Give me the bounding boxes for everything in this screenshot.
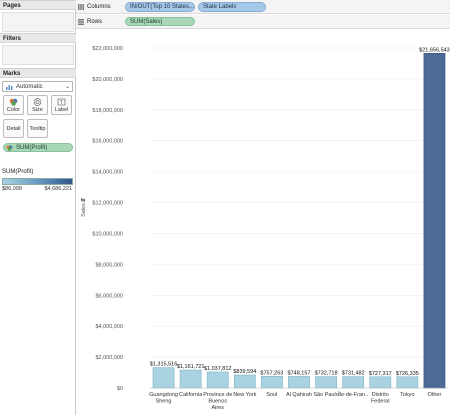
y-tick-label: $20,000,000 bbox=[92, 77, 123, 83]
bar[interactable] bbox=[179, 369, 202, 389]
x-category-label: Guangdong bbox=[149, 392, 178, 398]
y-tick-label: $0 bbox=[117, 386, 123, 392]
color-palette-icon bbox=[9, 98, 18, 106]
columns-shelf[interactable]: Columns IN/OUT(Top 10 States... State La… bbox=[76, 0, 450, 14]
bar[interactable] bbox=[396, 376, 419, 389]
x-category-label: Tokyo bbox=[400, 392, 414, 398]
chevron-down-icon: ⌄ bbox=[64, 84, 70, 90]
color-palette-icon bbox=[6, 145, 13, 151]
x-category-label: Sheng bbox=[156, 399, 172, 405]
bar[interactable] bbox=[206, 371, 229, 389]
filters-drop-zone[interactable] bbox=[2, 45, 74, 65]
pages-drop-zone[interactable] bbox=[2, 12, 74, 32]
bar[interactable] bbox=[369, 376, 392, 389]
color-button-label: Color bbox=[6, 107, 21, 113]
bar-chart-icon bbox=[6, 85, 13, 90]
x-category-label: Aires bbox=[211, 405, 224, 411]
x-category-label: New York bbox=[233, 392, 256, 398]
columns-shelf-label: Columns bbox=[87, 4, 111, 10]
legend-max-value: $4,686,221 bbox=[44, 186, 72, 192]
bar-value-label: $726,335 bbox=[396, 371, 419, 377]
rows-shelf[interactable]: Rows SUM(Sales) bbox=[76, 15, 450, 29]
y-tick-label: $12,000,000 bbox=[92, 201, 123, 207]
size-icon bbox=[33, 98, 42, 106]
bar-value-label: $731,482 bbox=[342, 371, 365, 377]
bar-value-label: $757,263 bbox=[260, 370, 283, 376]
bar-chart-svg: $0 $2,000,000 $4,000,000 $6,000,000 $8,000,0… bbox=[80, 46, 450, 411]
bar-value-label: $839,594 bbox=[233, 369, 256, 375]
tooltip-button-label: Tooltip bbox=[29, 126, 46, 132]
y-tick-label: $6,000,000 bbox=[95, 293, 123, 299]
y-tick-label: $2,000,000 bbox=[95, 355, 123, 361]
inout-set-pill[interactable]: IN/OUT(Top 10 States... bbox=[125, 2, 195, 12]
color-field-pill[interactable]: SUM(Profit) bbox=[3, 143, 73, 152]
size-button[interactable]: Size bbox=[27, 95, 48, 115]
y-tick-label: $18,000,000 bbox=[92, 108, 123, 114]
y-tick-label: $10,000,000 bbox=[92, 231, 123, 237]
svg-text:T: T bbox=[60, 100, 63, 106]
marks-card-title: Marks bbox=[0, 68, 76, 78]
x-category-label: São Paulo bbox=[313, 392, 338, 398]
tooltip-button[interactable]: Tooltip bbox=[27, 119, 48, 138]
bar[interactable] bbox=[152, 367, 175, 389]
color-field-label: SUM(Profit) bbox=[16, 145, 48, 151]
inout-set-pill-label: IN/OUT(Top 10 States... bbox=[130, 4, 195, 10]
y-tick-label: $8,000,000 bbox=[95, 262, 123, 268]
columns-icon bbox=[78, 4, 84, 10]
y-axis-title: Sales bbox=[81, 203, 87, 217]
legend-min-value: $86,098 bbox=[2, 186, 22, 192]
rows-shelf-label: Rows bbox=[87, 19, 103, 25]
state-labels-pill[interactable]: State Labels bbox=[198, 2, 266, 12]
sum-sales-pill-label: SUM(Sales) bbox=[130, 19, 163, 25]
y-tick-label: $4,000,000 bbox=[95, 324, 123, 330]
x-category-label: Other bbox=[428, 392, 442, 398]
bar-value-label: $21,656,543 bbox=[419, 47, 450, 53]
y-tick-label: $22,000,000 bbox=[92, 46, 123, 52]
size-button-label: Size bbox=[32, 107, 43, 113]
x-category-label: Province de bbox=[203, 392, 232, 398]
sum-sales-pill[interactable]: SUM(Sales) bbox=[125, 17, 195, 26]
y-axis-sort-icon[interactable]: ⇵ bbox=[80, 197, 87, 202]
bar-value-label: $1,315,516 bbox=[150, 362, 178, 368]
bar[interactable] bbox=[261, 375, 283, 389]
bar[interactable] bbox=[315, 376, 337, 389]
bar-value-label: $727,317 bbox=[369, 371, 392, 377]
filters-card-title: Filters bbox=[0, 33, 76, 43]
bar[interactable] bbox=[342, 376, 365, 389]
rows-icon bbox=[78, 19, 84, 25]
color-button[interactable]: Color bbox=[3, 95, 24, 115]
bar-value-label: $748,157 bbox=[288, 370, 311, 376]
bar[interactable] bbox=[288, 376, 310, 389]
x-category-label: California bbox=[179, 392, 203, 398]
bar-chart: $0 $2,000,000 $4,000,000 $6,000,000 $8,000,0… bbox=[76, 30, 450, 415]
y-tick-label: $14,000,000 bbox=[92, 170, 123, 176]
pages-card-title: Pages bbox=[0, 0, 76, 10]
detail-button-label: Detail bbox=[6, 126, 21, 132]
label-button-label: Label bbox=[54, 107, 69, 113]
label-icon: T bbox=[57, 98, 66, 106]
color-legend-ramp[interactable] bbox=[2, 178, 73, 185]
x-category-label: Al Qahirah bbox=[286, 392, 312, 398]
detail-button[interactable]: Detail bbox=[3, 119, 24, 138]
bar[interactable] bbox=[233, 374, 256, 389]
state-labels-pill-label: State Labels bbox=[203, 4, 237, 10]
x-category-label: Île-de-Fran.. bbox=[337, 391, 368, 398]
label-button[interactable]: T Label bbox=[51, 95, 72, 115]
x-category-label: Distrito bbox=[372, 392, 389, 398]
y-tick-label: $16,000,000 bbox=[92, 139, 123, 145]
x-category-label: Soul bbox=[266, 392, 277, 398]
bar-value-label: $1,161,721 bbox=[177, 364, 205, 370]
bar-value-label: $1,037,812 bbox=[204, 366, 232, 372]
x-category-label: Buenos bbox=[208, 399, 227, 405]
mark-type-label: Automatic bbox=[16, 84, 43, 90]
bar-value-label: $732,718 bbox=[315, 371, 338, 377]
bar[interactable] bbox=[423, 53, 446, 389]
mark-type-dropdown[interactable]: Automatic ⌄ bbox=[2, 81, 73, 92]
legend-title: SUM(Profit) bbox=[2, 169, 34, 175]
x-category-label: Federal bbox=[371, 399, 390, 405]
left-pane: Pages Filters Marks Automatic ⌄ Color Si… bbox=[0, 0, 76, 415]
